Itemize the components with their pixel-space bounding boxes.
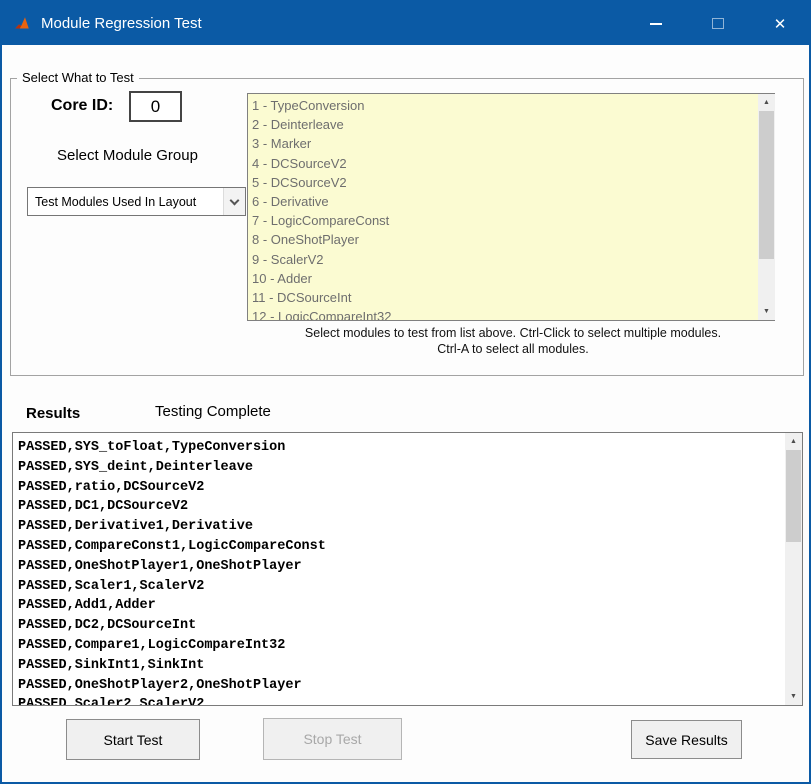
modules-scrollbar[interactable]: ▲ ▼ bbox=[758, 94, 775, 320]
minimize-icon bbox=[650, 23, 662, 25]
stop-test-button: Stop Test bbox=[263, 718, 402, 760]
window-controls: ✕ bbox=[639, 2, 809, 45]
modules-help-line2: Ctrl-A to select all modules. bbox=[251, 341, 775, 357]
minimize-button[interactable] bbox=[639, 2, 673, 45]
result-line: PASSED,OneShotPlayer1,OneShotPlayer bbox=[18, 557, 802, 577]
matlab-icon bbox=[12, 14, 32, 34]
maximize-icon bbox=[712, 18, 724, 29]
groupbox-label: Select What to Test bbox=[17, 70, 139, 85]
module-item[interactable]: 12 - LogicCompareInt32 bbox=[252, 307, 774, 321]
result-line: PASSED,Add1,Adder bbox=[18, 596, 802, 616]
chevron-down-icon bbox=[230, 195, 240, 205]
module-group-label: Select Module Group bbox=[57, 147, 198, 164]
result-line: PASSED,DC1,DCSourceV2 bbox=[18, 497, 802, 517]
result-line: PASSED,Compare1,LogicCompareInt32 bbox=[18, 636, 802, 656]
scroll-up-icon[interactable]: ▲ bbox=[758, 94, 775, 111]
module-regression-test-window: Module Regression Test ✕ Select What to … bbox=[0, 0, 811, 784]
result-line: PASSED,Derivative1,Derivative bbox=[18, 517, 802, 537]
result-line: PASSED,SinkInt1,SinkInt bbox=[18, 656, 802, 676]
core-id-input[interactable] bbox=[129, 91, 182, 122]
result-line: PASSED,CompareConst1,LogicCompareConst bbox=[18, 537, 802, 557]
module-group-selected-value: Test Modules Used In Layout bbox=[35, 195, 223, 209]
result-line: PASSED,SYS_toFloat,TypeConversion bbox=[18, 438, 802, 458]
modules-help-text: Select modules to test from list above. … bbox=[251, 325, 775, 357]
result-line: PASSED,Scaler1,ScalerV2 bbox=[18, 577, 802, 597]
module-item[interactable]: 6 - Derivative bbox=[252, 192, 774, 211]
module-item[interactable]: 4 - DCSourceV2 bbox=[252, 154, 774, 173]
module-item[interactable]: 8 - OneShotPlayer bbox=[252, 230, 774, 249]
result-line: PASSED,ratio,DCSourceV2 bbox=[18, 478, 802, 498]
module-item[interactable]: 2 - Deinterleave bbox=[252, 115, 774, 134]
result-line: PASSED,OneShotPlayer2,OneShotPlayer bbox=[18, 676, 802, 696]
scroll-down-icon[interactable]: ▼ bbox=[785, 688, 802, 705]
module-item[interactable]: 9 - ScalerV2 bbox=[252, 250, 774, 269]
results-scrollbar-thumb[interactable] bbox=[786, 450, 801, 542]
module-item[interactable]: 11 - DCSourceInt bbox=[252, 288, 774, 307]
save-results-button[interactable]: Save Results bbox=[631, 720, 742, 759]
module-group-dropdown[interactable]: Test Modules Used In Layout bbox=[27, 187, 246, 216]
modules-listbox[interactable]: 1 - TypeConversion2 - Deinterleave3 - Ma… bbox=[247, 93, 775, 321]
module-item[interactable]: 1 - TypeConversion bbox=[252, 96, 774, 115]
start-test-button[interactable]: Start Test bbox=[66, 719, 200, 760]
window-title: Module Regression Test bbox=[41, 15, 202, 32]
results-label: Results bbox=[26, 405, 80, 422]
select-what-to-test-group: Select What to Test Core ID: Select Modu… bbox=[10, 78, 804, 376]
module-item[interactable]: 7 - LogicCompareConst bbox=[252, 211, 774, 230]
titlebar[interactable]: Module Regression Test ✕ bbox=[2, 2, 809, 45]
results-listbox[interactable]: PASSED,SYS_toFloat,TypeConversionPASSED,… bbox=[12, 432, 803, 706]
module-item[interactable]: 10 - Adder bbox=[252, 269, 774, 288]
result-line: PASSED,SYS_deint,Deinterleave bbox=[18, 458, 802, 478]
results-status-text: Testing Complete bbox=[155, 403, 271, 420]
close-button[interactable]: ✕ bbox=[763, 2, 797, 45]
modules-help-line1: Select modules to test from list above. … bbox=[251, 325, 775, 341]
core-id-label: Core ID: bbox=[51, 97, 113, 115]
dropdown-arrow-box bbox=[223, 188, 245, 215]
result-line: PASSED,DC2,DCSourceInt bbox=[18, 616, 802, 636]
module-item[interactable]: 5 - DCSourceV2 bbox=[252, 173, 774, 192]
modules-scrollbar-thumb[interactable] bbox=[759, 111, 774, 259]
close-icon: ✕ bbox=[774, 15, 787, 33]
result-line: PASSED,Scaler2,ScalerV2 bbox=[18, 695, 802, 706]
results-scrollbar[interactable]: ▲ ▼ bbox=[785, 433, 802, 705]
maximize-button[interactable] bbox=[701, 2, 735, 45]
scroll-up-icon[interactable]: ▲ bbox=[785, 433, 802, 450]
scroll-down-icon[interactable]: ▼ bbox=[758, 303, 775, 320]
module-item[interactable]: 3 - Marker bbox=[252, 134, 774, 153]
